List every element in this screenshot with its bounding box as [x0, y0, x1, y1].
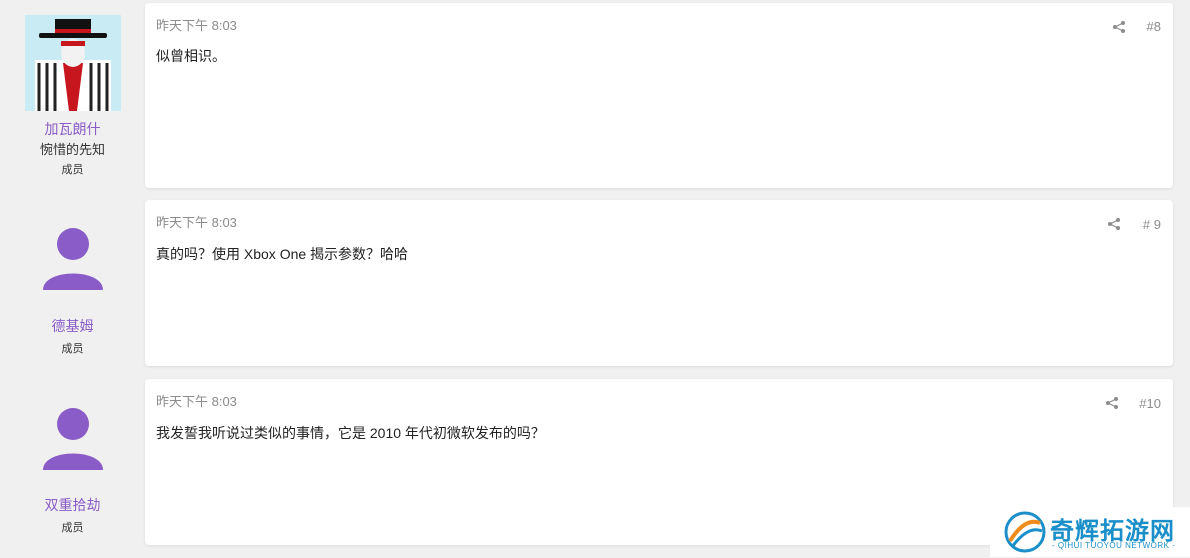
user-role: 成员	[61, 522, 84, 534]
post-author-panel: 双重拾劫 成员	[0, 370, 145, 557]
post-time[interactable]: 昨天下午 8:03	[156, 391, 237, 410]
username[interactable]: 双重拾劫	[0, 495, 145, 515]
post-number[interactable]: #8	[1147, 19, 1161, 34]
avatar[interactable]	[25, 15, 121, 111]
watermark-logo-icon	[1004, 511, 1046, 558]
share-icon[interactable]	[1105, 396, 1119, 410]
post-number[interactable]: #10	[1139, 396, 1161, 411]
post-content: 我发誓我听说过类似的事情，它是 2010 年代初微软发布的吗？	[156, 425, 545, 441]
share-icon[interactable]	[1112, 20, 1126, 34]
default-user-avatar-icon[interactable]	[40, 406, 106, 472]
post-time[interactable]: 昨天下午 8:03	[156, 15, 237, 34]
user-title: 惋惜的先知	[39, 142, 105, 157]
post-number[interactable]: # 9	[1143, 217, 1161, 232]
share-icon[interactable]	[1107, 217, 1121, 231]
post-author-panel: 加瓦朗什 惋惜的先知 成员	[0, 0, 145, 190]
user-role: 成员	[61, 343, 84, 355]
username[interactable]: 加瓦朗什	[0, 119, 145, 139]
post-time[interactable]: 昨天下午 8:03	[156, 212, 237, 231]
site-watermark: 奇辉拓游网 - QIHUI TUOYOU NETWORK -	[990, 507, 1190, 557]
watermark-subtitle: - QIHUI TUOYOU NETWORK -	[1052, 541, 1176, 550]
username[interactable]: 德基姆	[0, 316, 145, 336]
post-content: 似曾相识。	[156, 48, 226, 64]
default-user-avatar-icon[interactable]	[40, 226, 106, 292]
post-card: 昨天下午 8:03 #8 似曾相识。	[145, 3, 1173, 188]
user-role: 成员	[61, 164, 84, 176]
post-card: 昨天下午 8:03 # 9 真的吗？使用 Xbox One 揭示参数？哈哈	[145, 200, 1173, 366]
post-content: 真的吗？使用 Xbox One 揭示参数？哈哈	[156, 246, 409, 262]
post-author-panel: 德基姆 成员	[0, 190, 145, 370]
